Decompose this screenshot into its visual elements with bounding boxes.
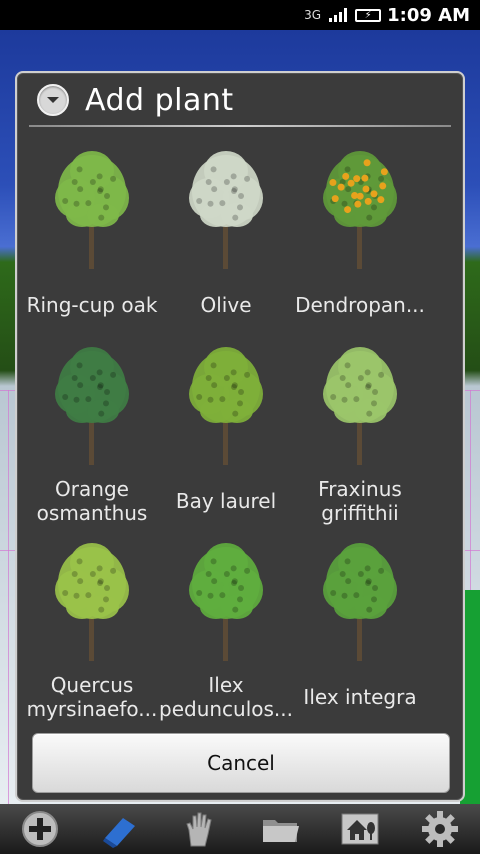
tree-icon: [55, 151, 129, 269]
plant-label: Dendropan...: [295, 293, 425, 317]
plant-label: Ilex integra: [303, 685, 417, 709]
dialog-header: Add plant: [17, 73, 463, 127]
add-button[interactable]: [16, 807, 64, 851]
add-plant-dialog: Add plant Ring-cup oak Olive Dendropan... O…: [15, 71, 465, 802]
house-tree-button[interactable]: [336, 807, 384, 851]
plant-item[interactable]: Olive: [159, 139, 293, 335]
plant-item[interactable]: Ring-cup oak: [25, 139, 159, 335]
tree-icon: [323, 543, 397, 661]
house-tree-icon: [341, 813, 379, 845]
add-icon: [22, 811, 58, 847]
plant-item[interactable]: Quercus myrsinaefo...: [25, 531, 159, 727]
signal-strength-icon: [329, 8, 348, 22]
dialog-title: Add plant: [85, 82, 234, 118]
plant-item[interactable]: Ilex pedunculos...: [159, 531, 293, 727]
settings-button[interactable]: [416, 807, 464, 851]
plant-label: Fraxinus griffithii: [318, 477, 402, 525]
eraser-icon: [103, 818, 135, 848]
hand-button[interactable]: [176, 807, 224, 851]
plant-label: Bay laurel: [175, 489, 277, 513]
plant-item[interactable]: Bay laurel: [159, 335, 293, 531]
status-bar: 3G ⚡ 1:09 AM: [0, 0, 480, 30]
tree-icon: [323, 347, 397, 465]
bottom-toolbar: [0, 804, 480, 854]
plant-label: Olive: [200, 293, 252, 317]
plant-item[interactable]: Orange osmanthus: [25, 335, 159, 531]
tree-icon: [189, 151, 263, 269]
network-type-indicator: 3G: [304, 8, 322, 22]
folder-icon: [263, 820, 299, 842]
plant-label: Orange osmanthus: [36, 477, 148, 525]
tree-icon: [323, 151, 397, 269]
plant-label: Ilex pedunculos...: [159, 673, 293, 721]
battery-charging-icon: ⚡: [355, 8, 382, 22]
plant-label: Ring-cup oak: [26, 293, 158, 317]
tree-icon: [189, 347, 263, 465]
collapse-chevron-icon: [37, 84, 69, 116]
tree-icon: [189, 543, 263, 661]
plant-item[interactable]: Ilex integra: [293, 531, 427, 727]
gear-icon: [422, 811, 458, 847]
eraser-button[interactable]: [96, 807, 144, 851]
plant-grid: Ring-cup oak Olive Dendropan... Orange osma…: [25, 139, 459, 727]
tree-icon: [55, 543, 129, 661]
folder-button[interactable]: [256, 807, 304, 851]
cancel-button[interactable]: Cancel: [32, 733, 450, 793]
status-time: 1:09 AM: [387, 4, 470, 26]
hand-icon: [186, 812, 212, 847]
header-divider: [29, 125, 451, 127]
tree-icon: [55, 347, 129, 465]
plant-item[interactable]: Dendropan...: [293, 139, 427, 335]
plant-item[interactable]: Fraxinus griffithii: [293, 335, 427, 531]
plant-label: Quercus myrsinaefo...: [26, 673, 158, 721]
